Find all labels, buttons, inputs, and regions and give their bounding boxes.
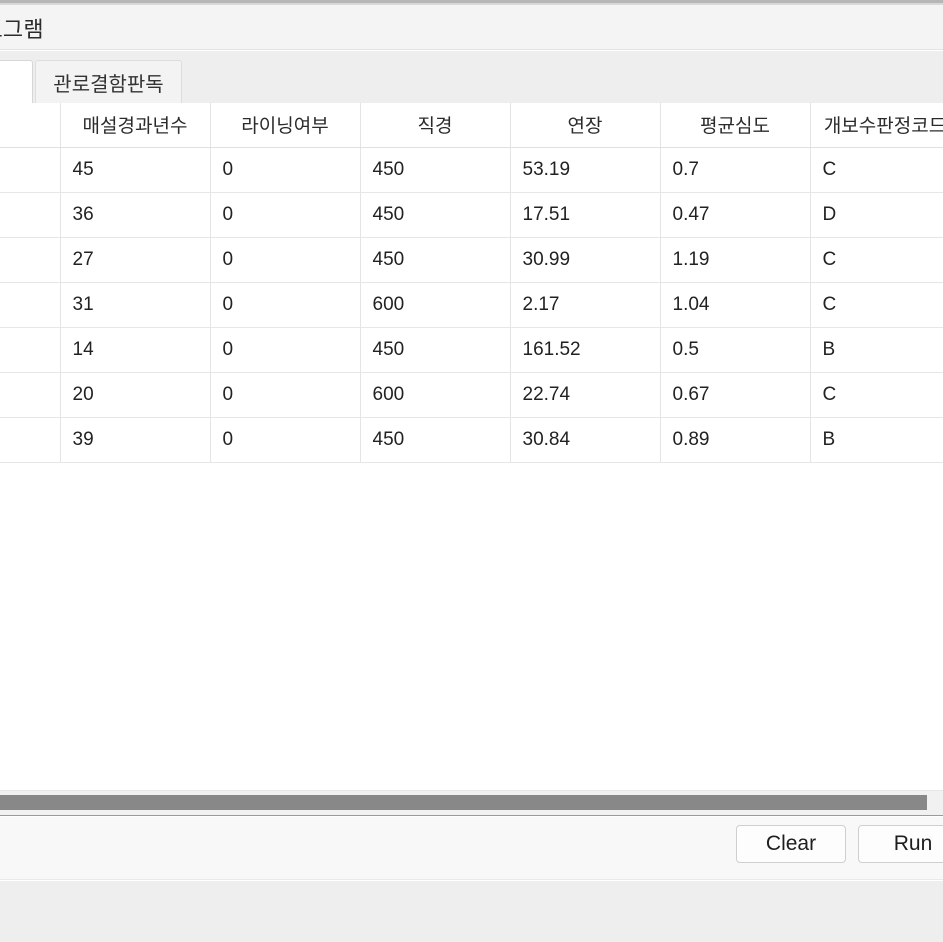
tab-pipe-defect-reading[interactable]: 관로결함판독 (35, 60, 182, 103)
table-header-row: 수 매설경과년수 라이닝여부 직경 연장 평균심도 개보수판정코드 (0, 103, 943, 148)
column-header-diameter[interactable]: 직경 (360, 103, 511, 148)
cell-lining: 0 (210, 282, 361, 328)
cell-count (0, 282, 61, 328)
cell-count (0, 327, 61, 373)
data-table: 수 매설경과년수 라이닝여부 직경 연장 평균심도 개보수판정코드 45 0 4… (0, 103, 943, 463)
cell-length: 2.17 (510, 282, 661, 328)
column-header-burial-years[interactable]: 매설경과년수 (60, 103, 211, 148)
cell-lining: 0 (210, 417, 361, 463)
cell-lining: 0 (210, 192, 361, 238)
cell-repair-code: C (810, 372, 943, 418)
cell-diameter: 450 (360, 192, 511, 238)
tab-strip: 측 관로결함판독 (0, 51, 943, 103)
scrollbar-thumb[interactable] (0, 795, 927, 810)
table-row[interactable]: 36 0 450 17.51 0.47 D (0, 192, 943, 238)
cell-diameter: 450 (360, 147, 511, 193)
cell-count (0, 192, 61, 238)
cell-lining: 0 (210, 147, 361, 193)
cell-count (0, 147, 61, 193)
clear-button[interactable]: Clear (736, 825, 846, 863)
cell-diameter: 450 (360, 327, 511, 373)
table-body: 45 0 450 53.19 0.7 C 36 0 450 17.51 0.47… (0, 147, 943, 463)
cell-length: 30.99 (510, 237, 661, 283)
cell-count (0, 237, 61, 283)
cell-repair-code: C (810, 147, 943, 193)
cell-diameter: 600 (360, 282, 511, 328)
cell-count (0, 417, 61, 463)
cell-repair-code: C (810, 282, 943, 328)
cell-repair-code: C (810, 237, 943, 283)
cell-avg-depth: 1.04 (660, 282, 811, 328)
cell-burial-years: 27 (60, 237, 211, 283)
cell-lining: 0 (210, 327, 361, 373)
cell-diameter: 600 (360, 372, 511, 418)
cell-repair-code: B (810, 327, 943, 373)
cell-length: 30.84 (510, 417, 661, 463)
cell-burial-years: 20 (60, 372, 211, 418)
bottom-filler-strip (0, 881, 943, 942)
tab-prediction[interactable]: 측 (0, 60, 33, 103)
column-header-length[interactable]: 연장 (510, 103, 661, 148)
table-row[interactable]: 45 0 450 53.19 0.7 C (0, 147, 943, 193)
table-row[interactable]: 31 0 600 2.17 1.04 C (0, 282, 943, 328)
cell-avg-depth: 1.19 (660, 237, 811, 283)
table-row[interactable]: 20 0 600 22.74 0.67 C (0, 372, 943, 418)
cell-repair-code: B (810, 417, 943, 463)
column-header-repair-code[interactable]: 개보수판정코드 (810, 103, 943, 148)
cell-diameter: 450 (360, 237, 511, 283)
cell-burial-years: 45 (60, 147, 211, 193)
application-window: 프로그램 측 관로결함판독 수 매설경과년수 라이닝여부 직경 연장 평균심도 … (0, 0, 943, 942)
column-header-lining[interactable]: 라이닝여부 (210, 103, 361, 148)
cell-avg-depth: 0.89 (660, 417, 811, 463)
title-bar: 프로그램 (0, 5, 943, 50)
cell-burial-years: 39 (60, 417, 211, 463)
column-header-count[interactable]: 수 (0, 103, 61, 148)
cell-diameter: 450 (360, 417, 511, 463)
cell-burial-years: 14 (60, 327, 211, 373)
cell-lining: 0 (210, 237, 361, 283)
cell-length: 53.19 (510, 147, 661, 193)
action-button-bar: Clear Run (0, 817, 943, 880)
cell-avg-depth: 0.47 (660, 192, 811, 238)
horizontal-scrollbar[interactable] (0, 790, 943, 816)
cell-burial-years: 31 (60, 282, 211, 328)
cell-avg-depth: 0.7 (660, 147, 811, 193)
table-row[interactable]: 27 0 450 30.99 1.19 C (0, 237, 943, 283)
window-title: 프로그램 (0, 17, 44, 42)
table-row[interactable]: 39 0 450 30.84 0.89 B (0, 417, 943, 463)
column-header-avg-depth[interactable]: 평균심도 (660, 103, 811, 148)
cell-count (0, 372, 61, 418)
cell-avg-depth: 0.67 (660, 372, 811, 418)
cell-avg-depth: 0.5 (660, 327, 811, 373)
cell-length: 22.74 (510, 372, 661, 418)
cell-repair-code: D (810, 192, 943, 238)
table-row[interactable]: 14 0 450 161.52 0.5 B (0, 327, 943, 373)
run-button[interactable]: Run (858, 825, 943, 863)
cell-lining: 0 (210, 372, 361, 418)
cell-burial-years: 36 (60, 192, 211, 238)
cell-length: 17.51 (510, 192, 661, 238)
data-table-container[interactable]: 수 매설경과년수 라이닝여부 직경 연장 평균심도 개보수판정코드 45 0 4… (0, 103, 943, 790)
cell-length: 161.52 (510, 327, 661, 373)
